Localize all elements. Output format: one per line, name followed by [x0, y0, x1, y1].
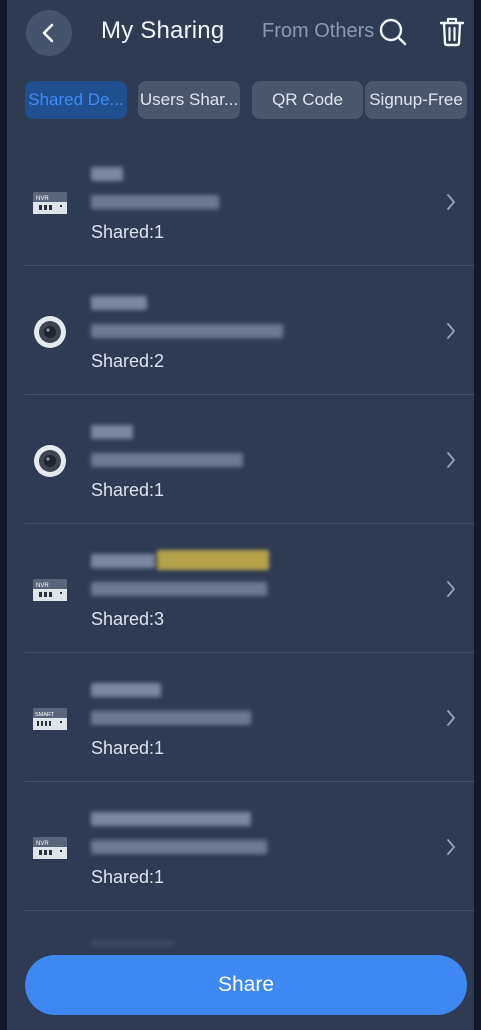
- device-model: [91, 453, 243, 467]
- shared-count: Shared:1: [91, 480, 165, 500]
- device-row[interactable]: NVR Shared:3: [7, 524, 474, 653]
- svg-text:NVR: NVR: [36, 841, 49, 847]
- search-icon: [379, 18, 407, 46]
- nvr-icon: NVR: [33, 579, 67, 601]
- chevron-right-icon: [447, 839, 455, 855]
- tab-shared-devices[interactable]: Shared De...: [25, 81, 127, 119]
- tab-users-shared[interactable]: Users Shar...: [138, 81, 240, 119]
- header: My Sharing From Others: [7, 0, 474, 66]
- device-model: [91, 840, 267, 854]
- device-model: [91, 324, 283, 338]
- smart-nvr-icon: SMART: [33, 708, 67, 730]
- share-button[interactable]: Share: [25, 955, 467, 1015]
- svg-text:NVR: NVR: [36, 196, 49, 202]
- shared-count: Shared:3: [91, 609, 165, 629]
- device-model: [91, 582, 267, 596]
- chevron-left-icon: [42, 23, 54, 43]
- nvr-icon: NVR: [33, 192, 67, 214]
- chevron-right-icon: [447, 710, 455, 726]
- tab-signup-free[interactable]: Signup-Free: [365, 81, 467, 119]
- left-edge: [0, 0, 7, 1030]
- device-row[interactable]: NVR Shared:1: [7, 782, 474, 911]
- device-model: [91, 195, 219, 209]
- shared-count: Shared:1: [91, 222, 165, 242]
- sharing-tabs: Shared De... Users Shar... QR Code Signu…: [25, 81, 475, 119]
- device-row[interactable]: NVR Shared:1: [7, 137, 474, 266]
- device-name: [91, 683, 161, 697]
- device-name: [91, 167, 123, 181]
- chevron-right-icon: [447, 194, 455, 210]
- device-name: [91, 296, 147, 310]
- chevron-right-icon: [447, 452, 455, 468]
- device-name: [91, 425, 133, 439]
- nvr-icon: NVR: [33, 837, 67, 859]
- shared-count: Shared:2: [91, 351, 165, 371]
- svg-text:NVR: NVR: [36, 583, 49, 589]
- back-button[interactable]: [26, 10, 72, 56]
- search-button[interactable]: [378, 17, 408, 47]
- screen: My Sharing From Others Shared De... User…: [0, 0, 481, 1030]
- page-title: My Sharing: [101, 17, 225, 44]
- delete-button[interactable]: [437, 16, 467, 48]
- device-row[interactable]: Shared:1: [7, 395, 474, 524]
- device-model: [91, 711, 251, 725]
- device-name: [91, 812, 251, 826]
- from-others-tab[interactable]: From Others: [262, 20, 374, 43]
- svg-text:SMART: SMART: [35, 712, 55, 718]
- chevron-right-icon: [447, 581, 455, 597]
- camera-icon: [34, 316, 66, 348]
- shared-count: Shared:1: [91, 738, 165, 758]
- trash-icon: [439, 17, 465, 47]
- camera-icon: [34, 445, 66, 477]
- chevron-right-icon: [447, 323, 455, 339]
- shared-device-list: NVR Shared:1 Shared:2 Shared:1 NVR Share…: [7, 137, 474, 1030]
- device-name: [91, 554, 155, 568]
- device-name-highlight: [157, 550, 269, 570]
- device-row[interactable]: SMART Shared:1: [7, 653, 474, 782]
- right-edge: [474, 0, 481, 1030]
- device-row[interactable]: Shared:2: [7, 266, 474, 395]
- tab-qr-code[interactable]: QR Code: [252, 81, 363, 119]
- shared-count: Shared:1: [91, 867, 165, 887]
